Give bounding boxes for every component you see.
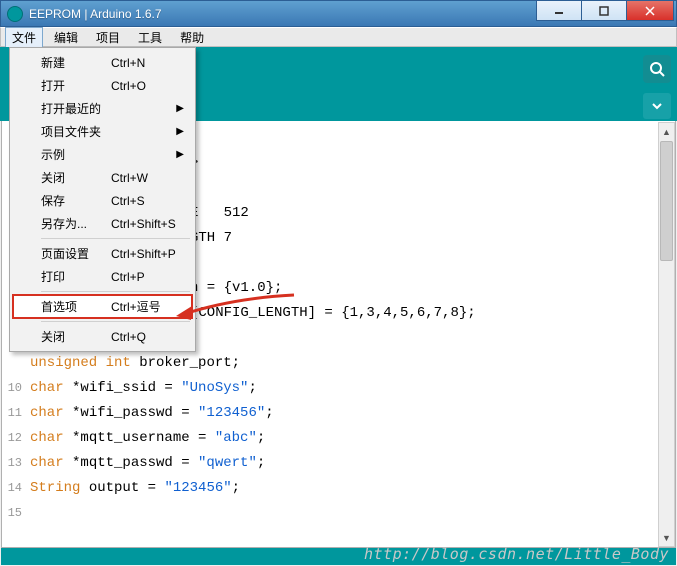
close-button[interactable] (626, 1, 674, 21)
watermark-text: http://blog.csdn.net/Little_Body (364, 545, 669, 563)
menu-project[interactable]: 项目 (89, 27, 127, 48)
menu-separator (41, 238, 190, 239)
menu-item-close[interactable]: 关闭Ctrl+W (13, 166, 192, 189)
menu-item-sketchbook[interactable]: 项目文件夹▶ (13, 120, 192, 143)
menu-item-page-setup[interactable]: 页面设置Ctrl+Shift+P (13, 242, 192, 265)
scroll-down-icon[interactable]: ▼ (659, 529, 674, 546)
submenu-arrow-icon: ▶ (176, 149, 184, 160)
menubar: 文件 编辑 项目 工具 帮助 (0, 27, 677, 47)
app-icon (7, 6, 23, 22)
minimize-button[interactable] (536, 1, 582, 21)
chevron-down-icon (651, 100, 663, 112)
serial-monitor-button[interactable] (643, 55, 671, 83)
submenu-arrow-icon: ▶ (176, 126, 184, 137)
menu-item-print[interactable]: 打印Ctrl+P (13, 265, 192, 288)
menu-item-open-recent[interactable]: 打开最近的▶ (13, 97, 192, 120)
menu-file[interactable]: 文件 (5, 27, 43, 48)
menu-help[interactable]: 帮助 (173, 27, 211, 48)
window-titlebar: EEPROM | Arduino 1.6.7 (0, 0, 677, 27)
menu-separator (41, 291, 190, 292)
menu-item-save-as[interactable]: 另存为...Ctrl+Shift+S (13, 212, 192, 235)
file-menu-dropdown: 新建Ctrl+N 打开Ctrl+O 打开最近的▶ 项目文件夹▶ 示例▶ 关闭Ct… (9, 47, 196, 352)
menu-item-open[interactable]: 打开Ctrl+O (13, 74, 192, 97)
menu-item-preferences[interactable]: 首选项Ctrl+逗号 (13, 295, 192, 318)
maximize-button[interactable] (581, 1, 627, 21)
submenu-arrow-icon: ▶ (176, 103, 184, 114)
window-title: EEPROM | Arduino 1.6.7 (29, 7, 162, 21)
scroll-up-icon[interactable]: ▲ (659, 123, 674, 140)
tab-menu-button[interactable] (643, 93, 671, 119)
magnifier-icon (649, 61, 665, 77)
menu-item-examples[interactable]: 示例▶ (13, 143, 192, 166)
menu-item-quit[interactable]: 关闭Ctrl+Q (13, 325, 192, 348)
scrollbar-thumb[interactable] (660, 141, 673, 261)
menu-item-save[interactable]: 保存Ctrl+S (13, 189, 192, 212)
menu-edit[interactable]: 编辑 (47, 27, 85, 48)
menu-item-new[interactable]: 新建Ctrl+N (13, 51, 192, 74)
vertical-scrollbar[interactable]: ▲ ▼ (658, 122, 675, 547)
menu-tools[interactable]: 工具 (131, 27, 169, 48)
menu-separator (41, 321, 190, 322)
